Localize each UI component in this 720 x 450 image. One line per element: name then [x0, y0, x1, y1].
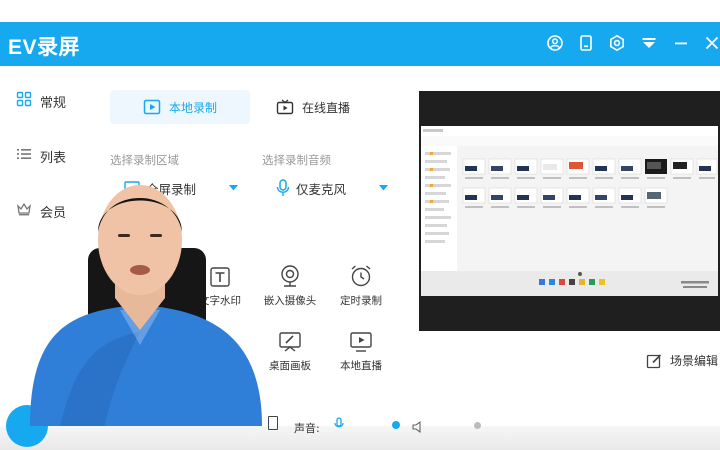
sidebar-item-general[interactable]: 常规 [16, 89, 66, 113]
tool-label: 桌面画板 [269, 360, 311, 372]
video-file-icon [143, 99, 161, 115]
sidebar-item-list[interactable]: 列表 [16, 144, 66, 168]
record-area-label: 选择录制区域 [110, 153, 179, 167]
title-bar: EV录屏 [0, 22, 720, 66]
sidebar-item-label: 常规 [40, 95, 67, 111]
scene-edit-label: 场景编辑 [670, 354, 719, 368]
phone-outline-icon [268, 416, 278, 430]
alarm-clock-icon [326, 260, 396, 288]
app-title: EV录屏 [8, 36, 81, 59]
microphone-icon [276, 179, 290, 197]
edit-icon [646, 353, 662, 369]
top-strip [0, 0, 720, 22]
tab-label: 本地录制 [168, 100, 217, 115]
whiteboard-icon [255, 325, 325, 353]
sidebar-item-label: 列表 [40, 150, 67, 166]
webcam-presenter-overlay [0, 170, 262, 426]
webcam-icon [255, 260, 325, 288]
local-live-icon [326, 325, 396, 353]
dropdown-menu-icon[interactable] [638, 32, 660, 54]
scene-edit-button[interactable]: 场景编辑 [646, 352, 718, 369]
grid-icon [16, 91, 32, 111]
gear-icon[interactable] [606, 32, 628, 54]
record-audio-value: 仅麦克风 [296, 181, 347, 197]
tool-label: 嵌入摄像头 [263, 295, 317, 307]
preview-panel [419, 91, 720, 331]
tab-online-live[interactable]: 在线直播 [276, 90, 350, 124]
list-icon [16, 146, 32, 166]
tab-local-record[interactable]: 本地录制 [110, 90, 250, 124]
user-account-icon[interactable] [544, 32, 566, 54]
desktop-whiteboard-button[interactable]: 桌面画板 [255, 325, 325, 373]
caret-down-icon [379, 185, 388, 191]
embed-webcam-button[interactable]: 嵌入摄像头 [255, 260, 325, 308]
tab-label: 在线直播 [302, 100, 351, 115]
volume-slider-thumb[interactable] [392, 421, 400, 429]
scheduled-record-button[interactable]: 定时录制 [326, 260, 396, 308]
volume-label: 声音: [294, 422, 320, 435]
minimize-icon[interactable] [670, 32, 692, 54]
close-icon[interactable] [701, 32, 720, 54]
speaker-icon [412, 418, 424, 437]
tool-label: 定时录制 [340, 295, 382, 307]
speaker-slider-thumb[interactable] [474, 422, 481, 429]
bottom-bar [0, 426, 720, 450]
preview-desktop-thumbnail [421, 126, 718, 296]
record-audio-label: 选择录制音频 [262, 153, 331, 167]
tool-label: 本地直播 [340, 360, 382, 372]
mobile-phone-icon[interactable] [575, 32, 597, 54]
record-audio-select[interactable]: 仅麦克风 [276, 177, 388, 199]
local-live-button[interactable]: 本地直播 [326, 325, 396, 373]
tv-icon [276, 99, 294, 115]
microphone-small-icon [334, 416, 344, 435]
